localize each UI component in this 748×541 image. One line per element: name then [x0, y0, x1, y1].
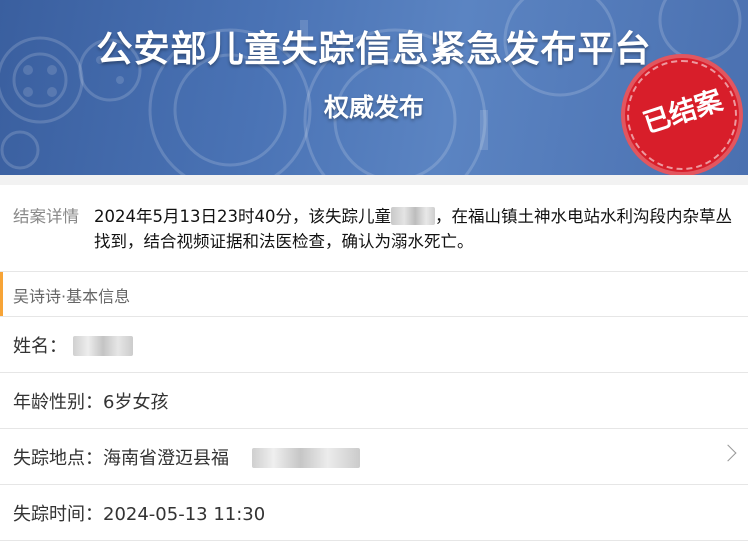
redacted-name-value: [73, 336, 133, 356]
section-gap: [0, 175, 748, 185]
redacted-address-blur: [252, 448, 360, 468]
case-closed-stamp: 已结案: [621, 54, 743, 175]
field-row-age-gender: 年龄性别：6岁女孩: [0, 373, 748, 429]
age-gender-label-text: 年龄性别：: [13, 392, 103, 413]
header-banner: 公安部儿童失踪信息紧急发布平台 权威发布 已结案: [0, 0, 748, 175]
location-label-text: 失踪地点：: [13, 448, 103, 469]
case-detail-label: 结案详情: [13, 207, 79, 226]
age-gender-value: 6岁女孩: [103, 392, 169, 413]
section-title: 吴诗诗·基本信息: [13, 287, 131, 306]
time-label-text: 失踪时间：: [13, 504, 103, 525]
field-label-name: 姓名：: [13, 336, 67, 357]
field-row-time: 失踪时间：2024-05-13 11:30: [0, 485, 748, 541]
redacted-name-blur: [390, 207, 435, 225]
chevron-right-icon[interactable]: [719, 444, 737, 462]
banner-title: 公安部儿童失踪信息紧急发布平台: [96, 29, 652, 70]
field-row-name: 姓名：: [0, 317, 748, 373]
case-detail-text: 2024年5月13日23时40分，该失踪儿童 ，在福山镇土神水电站水利沟段内杂草丛…: [94, 204, 734, 254]
field-label-age-gender: 年龄性别：6岁女孩: [13, 388, 168, 414]
location-value: 海南省澄迈县福: [103, 448, 229, 469]
section-accent-bar: [0, 272, 3, 316]
basic-info-section-header: 吴诗诗·基本信息: [0, 272, 748, 317]
case-detail-text-start: 2024年5月13日23时40分，该失踪儿童: [94, 207, 391, 226]
case-detail-row: 结案详情 2024年5月13日23时40分，该失踪儿童 ，在福山镇土神水电站水利沟…: [0, 185, 748, 272]
time-value: 2024-05-13 11:30: [103, 504, 266, 525]
field-row-location[interactable]: 失踪地点：海南省澄迈县福: [0, 429, 748, 485]
field-label-location: 失踪地点：海南省澄迈县福: [13, 444, 229, 470]
field-label-time: 失踪时间：2024-05-13 11:30: [13, 500, 265, 526]
